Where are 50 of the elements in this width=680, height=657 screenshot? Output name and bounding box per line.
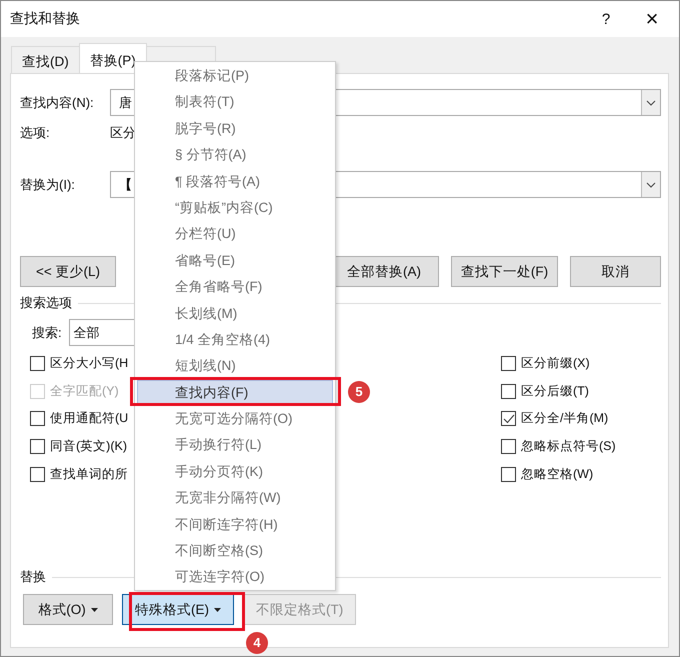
menu-item[interactable]: 短划线(N) bbox=[137, 353, 333, 380]
checkbox[interactable] bbox=[30, 411, 45, 426]
dropdown-icon[interactable] bbox=[641, 172, 660, 197]
menu-item[interactable]: 无宽可选分隔符(O) bbox=[137, 406, 333, 432]
menu-item[interactable]: 脱字号(R) bbox=[137, 116, 333, 142]
checkbox-label: 忽略空格(W) bbox=[521, 466, 594, 483]
checkbox[interactable] bbox=[30, 466, 45, 482]
section-title: 替换 bbox=[20, 568, 46, 586]
menu-item[interactable]: 手动换行符(L) bbox=[137, 432, 333, 459]
tab[interactable]: 查找(D) bbox=[11, 46, 80, 73]
dropdown-icon[interactable] bbox=[641, 90, 660, 115]
window-title: 查找和替换 bbox=[10, 10, 81, 28]
menu-item[interactable]: 无宽非分隔符(W) bbox=[137, 485, 333, 512]
checkbox-label: 同音(英文)(K) bbox=[50, 438, 127, 456]
menu-item[interactable]: 不间断空格(S) bbox=[137, 538, 333, 564]
find-next-button[interactable]: 查找下一处(F) bbox=[451, 256, 558, 287]
checkbox[interactable] bbox=[501, 384, 516, 399]
menu-item[interactable]: 不间断连字符(H) bbox=[137, 512, 333, 538]
format-button[interactable]: 特殊格式(E) bbox=[122, 594, 234, 625]
checkbox-label: 忽略标点符号(S) bbox=[521, 438, 616, 456]
checkbox-label: 使用通配符(U bbox=[50, 410, 128, 428]
section-title: 搜索选项 bbox=[20, 294, 72, 312]
checkbox-label: 查找单词的所 bbox=[50, 466, 128, 483]
replace-label: 替换为(I): bbox=[20, 176, 76, 194]
checkbox[interactable] bbox=[501, 439, 516, 454]
menu-item[interactable]: 手动分页符(K) bbox=[137, 458, 333, 486]
checkbox-label: 全字匹配(Y) bbox=[50, 382, 119, 400]
less-button[interactable]: << 更少(L) bbox=[20, 256, 116, 287]
checkbox-label: 区分大小写(H bbox=[50, 355, 128, 372]
checkbox[interactable] bbox=[30, 439, 45, 454]
search-label: 搜索: bbox=[32, 324, 62, 342]
checkbox[interactable] bbox=[501, 411, 516, 426]
checkbox[interactable] bbox=[501, 466, 516, 482]
cancel-button[interactable]: 取消 bbox=[570, 256, 661, 287]
close-button[interactable]: × bbox=[629, 6, 675, 32]
find-label: 查找内容(N): bbox=[20, 94, 95, 112]
menu-item[interactable]: ¶ 段落符号(A) bbox=[137, 168, 333, 195]
menu-item[interactable]: 分栏符(U) bbox=[137, 221, 333, 248]
checkbox[interactable] bbox=[501, 356, 516, 372]
menu-item[interactable]: § 分节符(A) bbox=[137, 142, 333, 169]
checkbox[interactable] bbox=[30, 356, 45, 372]
options-label: 选项: bbox=[20, 124, 51, 142]
help-button[interactable]: ? bbox=[583, 10, 629, 28]
menu-item[interactable]: 制表符(T) bbox=[137, 89, 333, 116]
menu-item[interactable]: 可选连字符(O) bbox=[137, 564, 333, 591]
format-button[interactable]: 格式(O) bbox=[23, 594, 113, 625]
checkbox-label: 区分全/半角(M) bbox=[521, 410, 608, 428]
checkbox-label: 区分后缀(T) bbox=[521, 382, 589, 400]
options-value: 区分 bbox=[110, 124, 136, 142]
checkbox-label: 区分前缀(X) bbox=[521, 355, 590, 372]
